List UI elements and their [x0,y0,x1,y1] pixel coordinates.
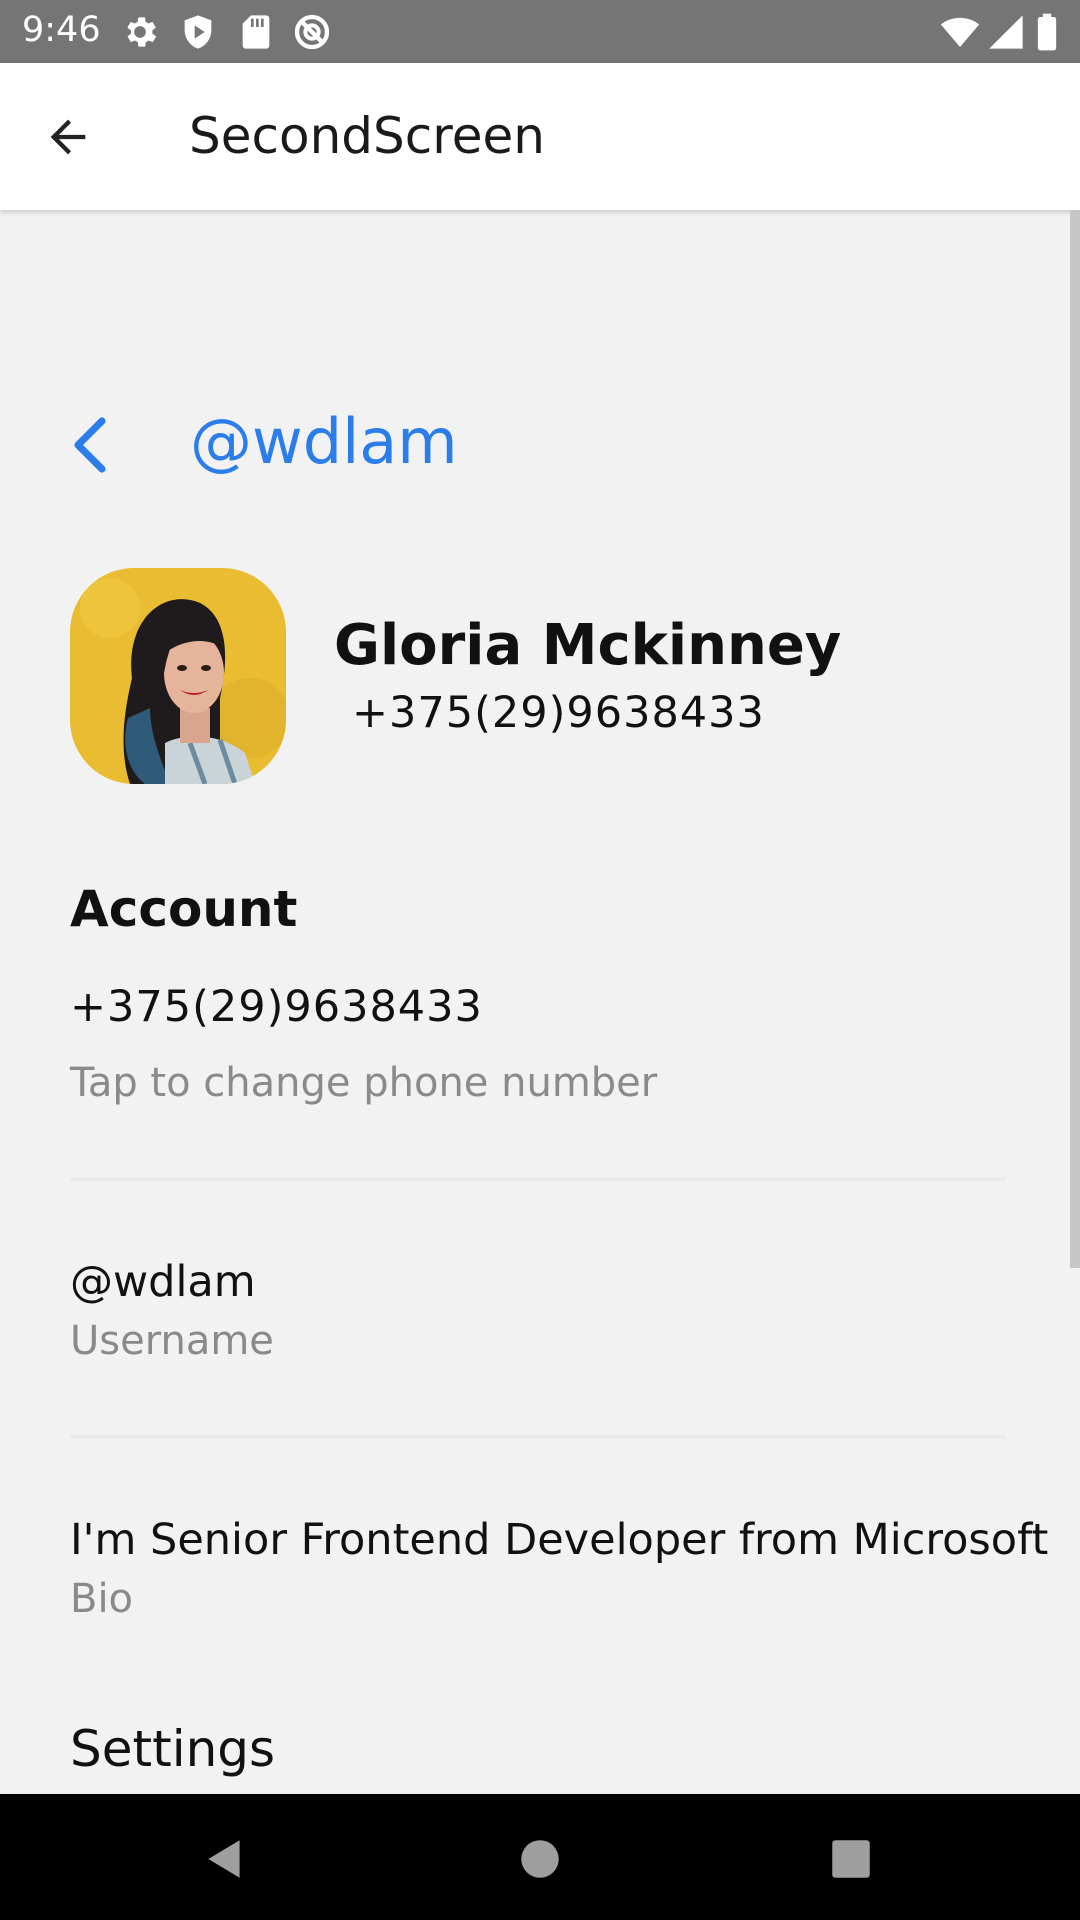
profile-content[interactable]: @wdlam Gloria Mckinney +375(29)9638433 A… [0,210,1080,1794]
recents-square-icon[interactable] [826,1834,876,1884]
app-title: SecondScreen [189,107,545,165]
arrow-left-icon[interactable] [40,111,96,163]
divider [70,1435,1006,1439]
divider [70,1177,1006,1181]
sd-card-icon [242,15,270,49]
no-disturb-icon [294,14,330,50]
avatar[interactable] [70,568,286,784]
account-section-title: Account [70,880,298,938]
shield-icon [184,15,212,49]
status-bar: 9:46 [0,0,1080,63]
phone-value: +375(29)9638433 [70,982,483,1032]
signal-icon [989,15,1023,49]
avatar-photo [70,568,286,784]
phone-hint: Tap to change phone number [70,1060,658,1106]
bio-value: I'm Senior Frontend Developer from Micro… [70,1515,1049,1565]
profile-handle-row[interactable]: @wdlam [70,405,670,485]
profile-name: Gloria Mckinney [334,613,842,678]
scrollbar[interactable] [1070,210,1080,1268]
home-circle-icon[interactable] [515,1834,565,1884]
wifi-icon [940,17,980,47]
profile-phone: +375(29)9638433 [352,688,765,738]
bio-hint: Bio [70,1576,134,1622]
username-value: @wdlam [70,1257,256,1307]
system-nav-bar [0,1794,1080,1920]
chevron-left-icon[interactable] [70,415,110,475]
gear-icon [127,17,157,47]
battery-icon [1037,13,1057,51]
back-triangle-icon[interactable] [200,1834,250,1884]
settings-section-title: Settings [70,1720,276,1778]
profile-handle: @wdlam [190,405,458,478]
status-time: 9:46 [22,10,101,50]
app-bar: SecondScreen [0,63,1080,210]
username-hint: Username [70,1318,274,1364]
